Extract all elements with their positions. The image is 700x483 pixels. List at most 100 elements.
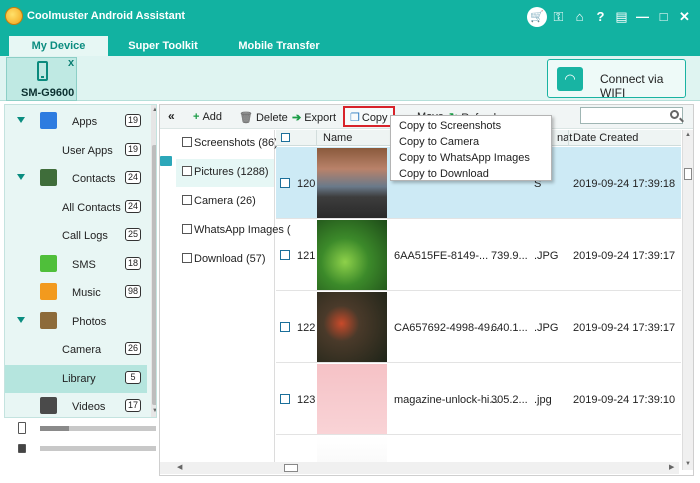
row-checkbox[interactable]	[280, 394, 290, 404]
count-badge: 26	[125, 342, 142, 355]
copy-menu-item[interactable]: Copy to Screenshots	[391, 118, 551, 134]
sidebar-scroll-down-icon[interactable]: ▼	[152, 408, 156, 414]
search-box[interactable]	[580, 107, 683, 124]
grid-horizontal-scrollbar[interactable]: ◀ ▶	[174, 462, 679, 474]
plus-icon: +	[193, 111, 200, 123]
connect-wifi-label: Connect via WIFI	[600, 72, 664, 100]
header-date-created[interactable]: Date Created	[573, 132, 638, 144]
header-name[interactable]: Name	[323, 132, 352, 144]
add-label: Add	[202, 111, 223, 123]
table-row[interactable]: 121 6AA515FE-8149-... 739.9... .JPG 2019-09-…	[276, 219, 681, 291]
expand-arrow-icon[interactable]	[17, 174, 25, 180]
expand-arrow-icon[interactable]	[17, 117, 25, 123]
phone-icon	[18, 422, 26, 434]
close-icon[interactable]: ✕	[675, 7, 694, 27]
scroll-up-icon[interactable]: ▲	[685, 132, 691, 138]
sidebar-item-camera[interactable]: Camera 26	[5, 336, 147, 364]
sidebar-item-sms[interactable]: SMS 18	[5, 251, 147, 279]
count-badge: 17	[125, 399, 142, 412]
folder-checkbox[interactable]	[182, 195, 192, 205]
photo-thumbnail[interactable]	[317, 364, 387, 434]
copy-menu-item[interactable]: Copy to Camera	[391, 134, 551, 150]
header-format[interactable]: nat	[557, 132, 572, 144]
app-logo-icon	[5, 7, 23, 25]
tab-super-toolkit[interactable]: Super Toolkit	[128, 36, 198, 56]
sidebar-item-videos[interactable]: Videos 17	[5, 393, 147, 417]
table-row[interactable]: 122 CA657692-4998-49... 640.1... .JPG 2019-0…	[276, 291, 681, 363]
folder-item[interactable]: Screenshots (86)	[176, 130, 278, 158]
app-title: Coolmuster Android Assistant	[27, 10, 186, 22]
sidebar-item-user-apps[interactable]: User Apps 19	[5, 137, 147, 165]
file-name: 6AA515FE-8149-...	[394, 250, 489, 262]
export-button[interactable]: ➔ Export	[292, 111, 336, 124]
sidebar-item-music[interactable]: Music 98	[5, 279, 147, 307]
folder-checkbox[interactable]	[182, 166, 192, 176]
grid-scroll-thumb[interactable]	[684, 168, 692, 180]
wifi-icon: ◠	[557, 67, 583, 91]
table-row[interactable]: 123 magazine-unlock-hi... 305.2... .jpg 2019…	[276, 363, 681, 435]
folder-item[interactable]: WhatsApp Images (	[176, 217, 291, 245]
tab-mobile-transfer[interactable]: Mobile Transfer	[234, 36, 324, 56]
copy-menu-item[interactable]: Copy to Download	[391, 166, 551, 182]
minimize-icon[interactable]: —	[633, 7, 652, 27]
device-card[interactable]: x SM-G9600	[6, 57, 77, 101]
key-icon[interactable]: ⚿	[549, 7, 568, 27]
grid-vertical-scrollbar[interactable]: ▲ ▼	[682, 130, 693, 470]
sidebar-scroll-thumb[interactable]	[152, 145, 156, 405]
storage-bar	[40, 446, 156, 451]
main-tabs: My Device Super Toolkit Mobile Transfer	[0, 34, 700, 56]
help-icon[interactable]: ?	[591, 7, 610, 27]
folder-item[interactable]: Download (57)	[176, 246, 274, 274]
folder-label: Pictures (1288)	[194, 166, 269, 178]
sidebar-item-photos[interactable]: Photos	[5, 308, 147, 336]
folder-checkbox[interactable]	[182, 253, 192, 263]
tab-my-device[interactable]: My Device	[9, 36, 108, 56]
photo-thumbnail[interactable]	[317, 220, 387, 290]
collapse-icon[interactable]: «	[168, 109, 175, 123]
row-number: 122	[297, 322, 316, 334]
copy-button[interactable]: ❐ Copy	[343, 106, 395, 127]
photo-thumbnail[interactable]	[317, 292, 387, 362]
row-checkbox[interactable]	[280, 250, 290, 260]
scroll-left-icon[interactable]: ◀	[177, 463, 182, 471]
sd-card-storage	[18, 444, 156, 454]
search-input[interactable]	[583, 109, 663, 122]
folder-item[interactable]: Camera (26)	[176, 188, 274, 216]
sidebar-item-contacts[interactable]: Contacts 24	[5, 165, 147, 193]
scroll-right-icon[interactable]: ▶	[669, 463, 674, 471]
sidebar-item-all-contacts[interactable]: All Contacts 24	[5, 194, 147, 222]
cart-icon[interactable]: 🛒	[527, 7, 547, 27]
sidebar-scroll-up-icon[interactable]: ▲	[152, 107, 156, 113]
sidebar-item-label: Camera	[62, 344, 102, 356]
copy-menu: Copy to Screenshots Copy to Camera Copy to…	[390, 115, 552, 181]
folder-checkbox[interactable]	[182, 224, 192, 234]
sidebar-item-label: Apps	[72, 116, 98, 128]
folder-checkbox[interactable]	[182, 137, 192, 147]
sidebar-item-call-logs[interactable]: Call Logs 25	[5, 222, 147, 250]
scroll-down-icon[interactable]: ▼	[685, 461, 691, 467]
add-button[interactable]: + Add	[193, 111, 222, 123]
search-icon[interactable]	[670, 110, 679, 119]
row-number: 121	[297, 250, 316, 262]
copy-menu-item[interactable]: Copy to WhatsApp Images	[391, 150, 551, 166]
feedback-icon[interactable]: ▤	[612, 7, 631, 27]
expand-arrow-icon[interactable]	[17, 317, 25, 323]
maximize-icon[interactable]: □	[654, 7, 673, 27]
apps-icon	[40, 112, 57, 129]
delete-button[interactable]: 🗑 Delete	[239, 111, 288, 124]
file-format: .jpg	[534, 394, 552, 406]
sidebar-item-library[interactable]: Library 5	[5, 365, 147, 393]
sidebar-item-label: Photos	[72, 316, 107, 328]
home-icon[interactable]: ⌂	[570, 7, 589, 27]
row-checkbox[interactable]	[280, 322, 290, 332]
device-close-button[interactable]: x	[68, 57, 74, 69]
grid-hscroll-thumb[interactable]	[284, 464, 298, 472]
sidebar-item-apps[interactable]: Apps 19	[5, 108, 147, 136]
row-checkbox[interactable]	[280, 178, 290, 188]
folder-item[interactable]: Pictures (1288)	[176, 159, 274, 187]
date-created: 2019-09-24 17:39:17	[573, 250, 676, 262]
select-all-checkbox[interactable]	[281, 133, 290, 142]
connect-wifi-button[interactable]: ◠ Connect via WIFI	[547, 59, 686, 100]
photo-thumbnail[interactable]	[317, 148, 387, 218]
title-bar-controls: 🛒 ⚿ ⌂ ? ▤ — □ ✕	[527, 7, 694, 27]
